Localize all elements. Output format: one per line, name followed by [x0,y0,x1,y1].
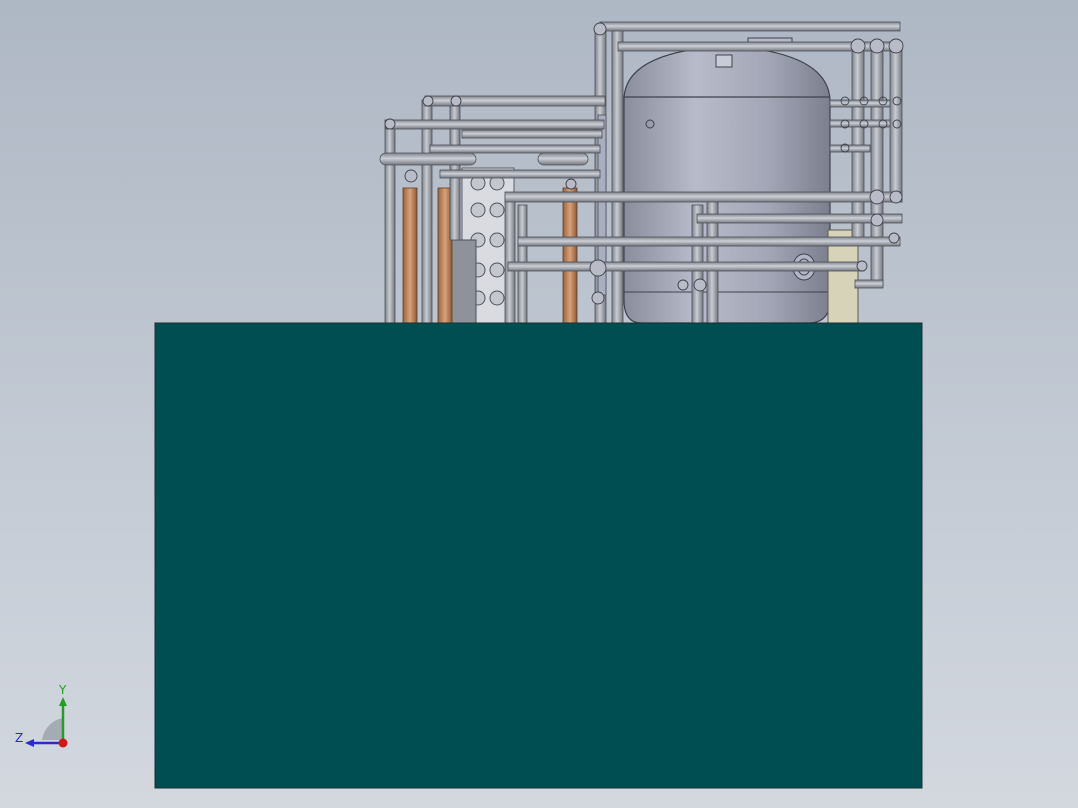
z-axis-arrowhead [25,739,34,747]
x-axis-origin-dot [58,738,68,748]
triad-plane-shading [42,718,62,740]
base-platform[interactable] [154,322,923,789]
y-axis-arrowhead [59,697,67,706]
pressure-tank[interactable] [623,37,831,324]
cad-viewport[interactable]: Y Z [0,0,1078,808]
equipment-assembly[interactable] [379,21,904,325]
y-axis-label: Y [58,684,67,697]
model-scene[interactable] [0,0,1078,808]
z-axis-label: Z [15,731,23,745]
orientation-triad[interactable]: Y Z [10,684,80,754]
